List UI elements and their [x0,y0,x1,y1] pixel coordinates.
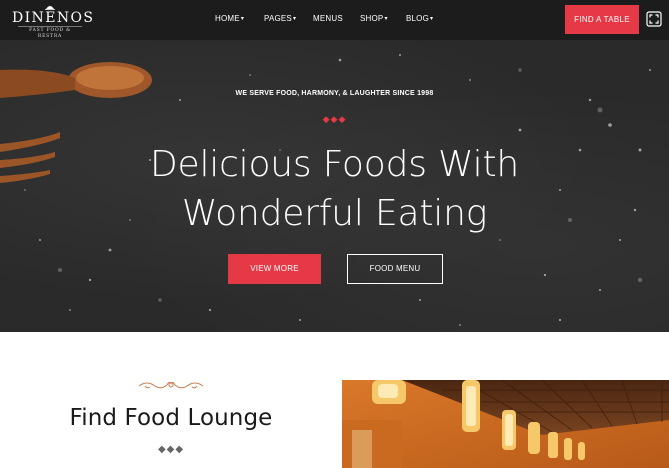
nav-item-label: MENUS [313,14,343,23]
top-navbar: DINENOS FAST FOOD & RESTRA HOME▾ PAGES▾ … [0,0,669,40]
nav-item-label: BLOG [406,14,430,23]
food-menu-button[interactable]: FOOD MENU [347,254,443,284]
hero-tagline: WE SERVE FOOD, HARMONY, & LAUGHTER SINCE… [235,90,434,97]
nav-item-shop[interactable]: SHOP▾ [360,14,388,23]
hero-banner: WE SERVE FOOD, HARMONY, & LAUGHTER SINCE… [0,40,669,332]
view-more-button[interactable]: VIEW MORE [228,254,321,284]
brand-tagline: FAST FOOD & RESTRA [18,26,82,40]
caret-down-icon: ▾ [430,16,434,22]
caret-down-icon: ▾ [384,16,388,22]
hero-headline-line1: Delicious Foods With [150,144,519,185]
flourish-icon [138,381,204,389]
nav-item-menus[interactable]: MENUS [313,14,343,23]
expand-icon[interactable] [645,10,663,28]
brand-name: DINENOS [12,10,95,26]
nav-item-label: HOME [215,14,240,23]
nav-item-label: SHOP [360,14,384,23]
nav-item-pages[interactable]: PAGES▾ [264,14,296,23]
nav-item-blog[interactable]: BLOG▾ [406,14,433,23]
nav-item-label: PAGES [264,14,292,23]
section-divider: ◆◆◆ [157,444,185,455]
caret-down-icon: ▾ [240,16,245,22]
restaurant-interior-photo [342,380,669,468]
nav-item-home[interactable]: HOME▾ [215,14,244,23]
caret-down-icon: ▾ [292,16,297,22]
section-title: Find Food Lounge [69,405,273,431]
hero-divider: ◆◆◆ [322,114,347,124]
hero-headline-line2: Wonderful Eating [181,193,488,234]
find-a-table-button[interactable]: FIND A TABLE [565,5,639,34]
brand-logo[interactable]: DINENOS FAST FOOD & RESTRA [12,4,95,40]
hero-headline: Delicious Foods With Wonderful Eating [0,140,669,238]
